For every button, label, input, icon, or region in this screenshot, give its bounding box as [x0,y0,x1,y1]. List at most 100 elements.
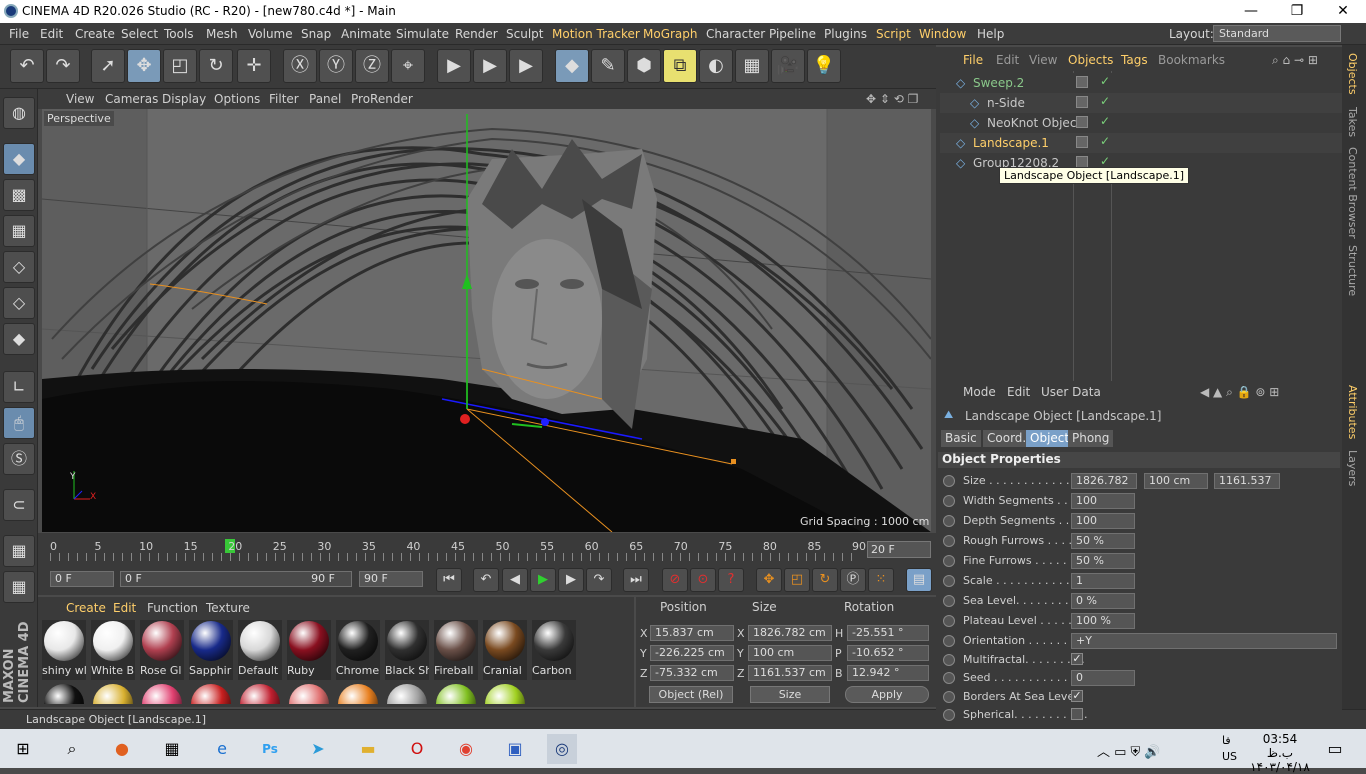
material-swatch[interactable]: Sapphir [189,620,233,680]
object-tag-toggle[interactable] [1076,76,1088,88]
animate-property-icon[interactable] [943,709,955,721]
make-editable-icon[interactable]: ◍ [3,97,35,129]
property-checkbox[interactable] [1071,708,1083,720]
side-tab-takes[interactable]: Takes [1346,107,1359,137]
object-enabled-check-icon[interactable]: ✓ [1100,74,1110,88]
animate-property-icon[interactable] [943,615,955,627]
coord-size-field[interactable]: 1826.782 cm [748,625,832,641]
object-tag-toggle[interactable] [1076,116,1088,128]
mat-menu-create[interactable]: Create [66,601,106,615]
material-swatch[interactable] [336,684,380,704]
mat-menu-texture[interactable]: Texture [206,601,250,615]
floor-icon[interactable]: ▦ [735,49,769,83]
animate-property-icon[interactable] [943,653,955,666]
select-cursor-icon[interactable]: ➚ [91,49,125,83]
undo-icon[interactable]: ↶ [10,49,44,83]
animate-property-icon[interactable] [943,495,955,507]
material-swatch[interactable] [42,684,86,704]
material-swatch[interactable] [189,684,233,704]
menu-animate[interactable]: Animate [341,27,391,41]
maximize-button[interactable]: ❐ [1274,0,1320,23]
menu-window[interactable]: Window [919,27,966,41]
material-swatch[interactable]: Rose Gl [140,620,184,680]
mat-menu-edit[interactable]: Edit [113,601,136,615]
vp-menu-display[interactable]: Display [162,92,206,106]
cloner-icon[interactable]: ⧉ [663,49,697,83]
key-parameter-icon[interactable]: Ⓟ [840,568,866,592]
lock-workplane-icon[interactable]: ▦ [3,535,35,567]
attr-tab-coord[interactable]: Coord. [983,430,1031,447]
keyframe-selection-icon[interactable]: ? [718,568,744,592]
viewport-3d[interactable]: Y X [42,109,931,532]
coord-position-field[interactable]: -75.332 cm [650,665,734,681]
attr-menu-edit[interactable]: Edit [1007,385,1030,399]
key-scale-icon[interactable]: ◰ [784,568,810,592]
vp-menu-view[interactable]: View [66,92,94,106]
edges-mode-icon[interactable]: ◇ [3,287,35,319]
property-value-field[interactable]: 1 [1071,573,1135,589]
coord-size-field[interactable]: 1161.537 cm [748,665,832,681]
x-axis-lock-icon[interactable]: Ⓧ [283,49,317,83]
property-value-field[interactable]: 100 [1071,513,1135,529]
timeline-window-icon[interactable]: ▤ [906,568,932,592]
render-view-icon[interactable]: ▶ [437,49,471,83]
animate-property-icon[interactable] [943,515,955,527]
tweak-mode-icon[interactable]: 🖱 [3,407,35,439]
pen-spline-icon[interactable]: ✎ [591,49,625,83]
property-value-field[interactable]: 100 cm [1144,473,1208,489]
obj-menu-tags[interactable]: Tags [1121,53,1148,67]
z-axis-lock-icon[interactable]: Ⓩ [355,49,389,83]
current-frame-field[interactable]: 20 F [867,541,931,558]
key-position-icon[interactable]: ✥ [756,568,782,592]
object-tag-toggle[interactable] [1076,96,1088,108]
material-swatch[interactable] [91,684,135,704]
vp-menu-cameras[interactable]: Cameras [105,92,158,106]
rotate-tool-icon[interactable]: ↻ [199,49,233,83]
material-swatch[interactable] [287,684,331,704]
coord-rotation-field[interactable]: -25.551 ° [847,625,929,641]
property-value-field[interactable]: 1161.537 [1214,473,1280,489]
animate-property-icon[interactable] [943,555,955,567]
property-value-field[interactable]: 50 % [1071,553,1135,569]
vp-menu-prorender[interactable]: ProRender [351,92,413,106]
texture-mode-icon[interactable]: ▩ [3,179,35,211]
recent-tool-icon[interactable]: ✛ [237,49,271,83]
material-swatch[interactable]: Fireball [434,620,478,680]
coordinate-system-icon[interactable]: ⌖ [391,49,425,83]
menu-snap[interactable]: Snap [301,27,331,41]
menu-mesh[interactable]: Mesh [206,27,238,41]
side-tab-attributes[interactable]: Attributes [1346,385,1359,439]
menu-help[interactable]: Help [977,27,1004,41]
material-swatch[interactable]: Ruby [287,620,331,680]
animate-property-icon[interactable] [943,635,955,647]
attr-tab-basic[interactable]: Basic [941,430,981,447]
menu-select[interactable]: Select [121,27,158,41]
next-frame-icon[interactable]: ▶ [558,568,584,592]
property-value-field[interactable]: 50 % [1071,533,1135,549]
obj-search-icon[interactable]: ⌕ ⌂ ⊸ ⊞ [1272,53,1318,68]
vp-menu-options[interactable]: Options [214,92,260,106]
side-tab-content-browser[interactable]: Content Browser [1346,147,1359,239]
side-tab-layers[interactable]: Layers [1346,450,1359,486]
property-value-field[interactable]: +Y [1071,633,1337,649]
material-swatch[interactable]: Black Sh [385,620,429,680]
menu-tools[interactable]: Tools [164,27,194,41]
material-swatch[interactable] [483,684,527,704]
coord-apply-button[interactable]: Apply [845,686,929,703]
planar-workplane-icon[interactable]: ▦ [3,571,35,603]
coord-position-field[interactable]: 15.837 cm [650,625,734,641]
points-mode-icon[interactable]: ◇ [3,251,35,283]
object-row[interactable]: ◇ Sweep.2 ✓ [940,73,1342,93]
object-enabled-check-icon[interactable]: ✓ [1100,134,1110,148]
mat-menu-function[interactable]: Function [147,601,198,615]
material-swatch[interactable] [434,684,478,704]
property-checkbox[interactable]: ✓ [1071,689,1083,702]
network-app-icon[interactable]: ▣ [500,734,530,764]
object-row[interactable]: ◇ Landscape.1 ✓ [940,133,1342,153]
menu-edit[interactable]: Edit [40,27,63,41]
property-value-field[interactable]: 0 [1071,670,1135,686]
coord-mode-select[interactable]: Object (Rel) [649,686,733,703]
coord-position-field[interactable]: -226.225 cm [650,645,734,661]
menu-plugins[interactable]: Plugins [824,27,867,41]
record-keys-icon[interactable]: ⊘ [662,568,688,592]
